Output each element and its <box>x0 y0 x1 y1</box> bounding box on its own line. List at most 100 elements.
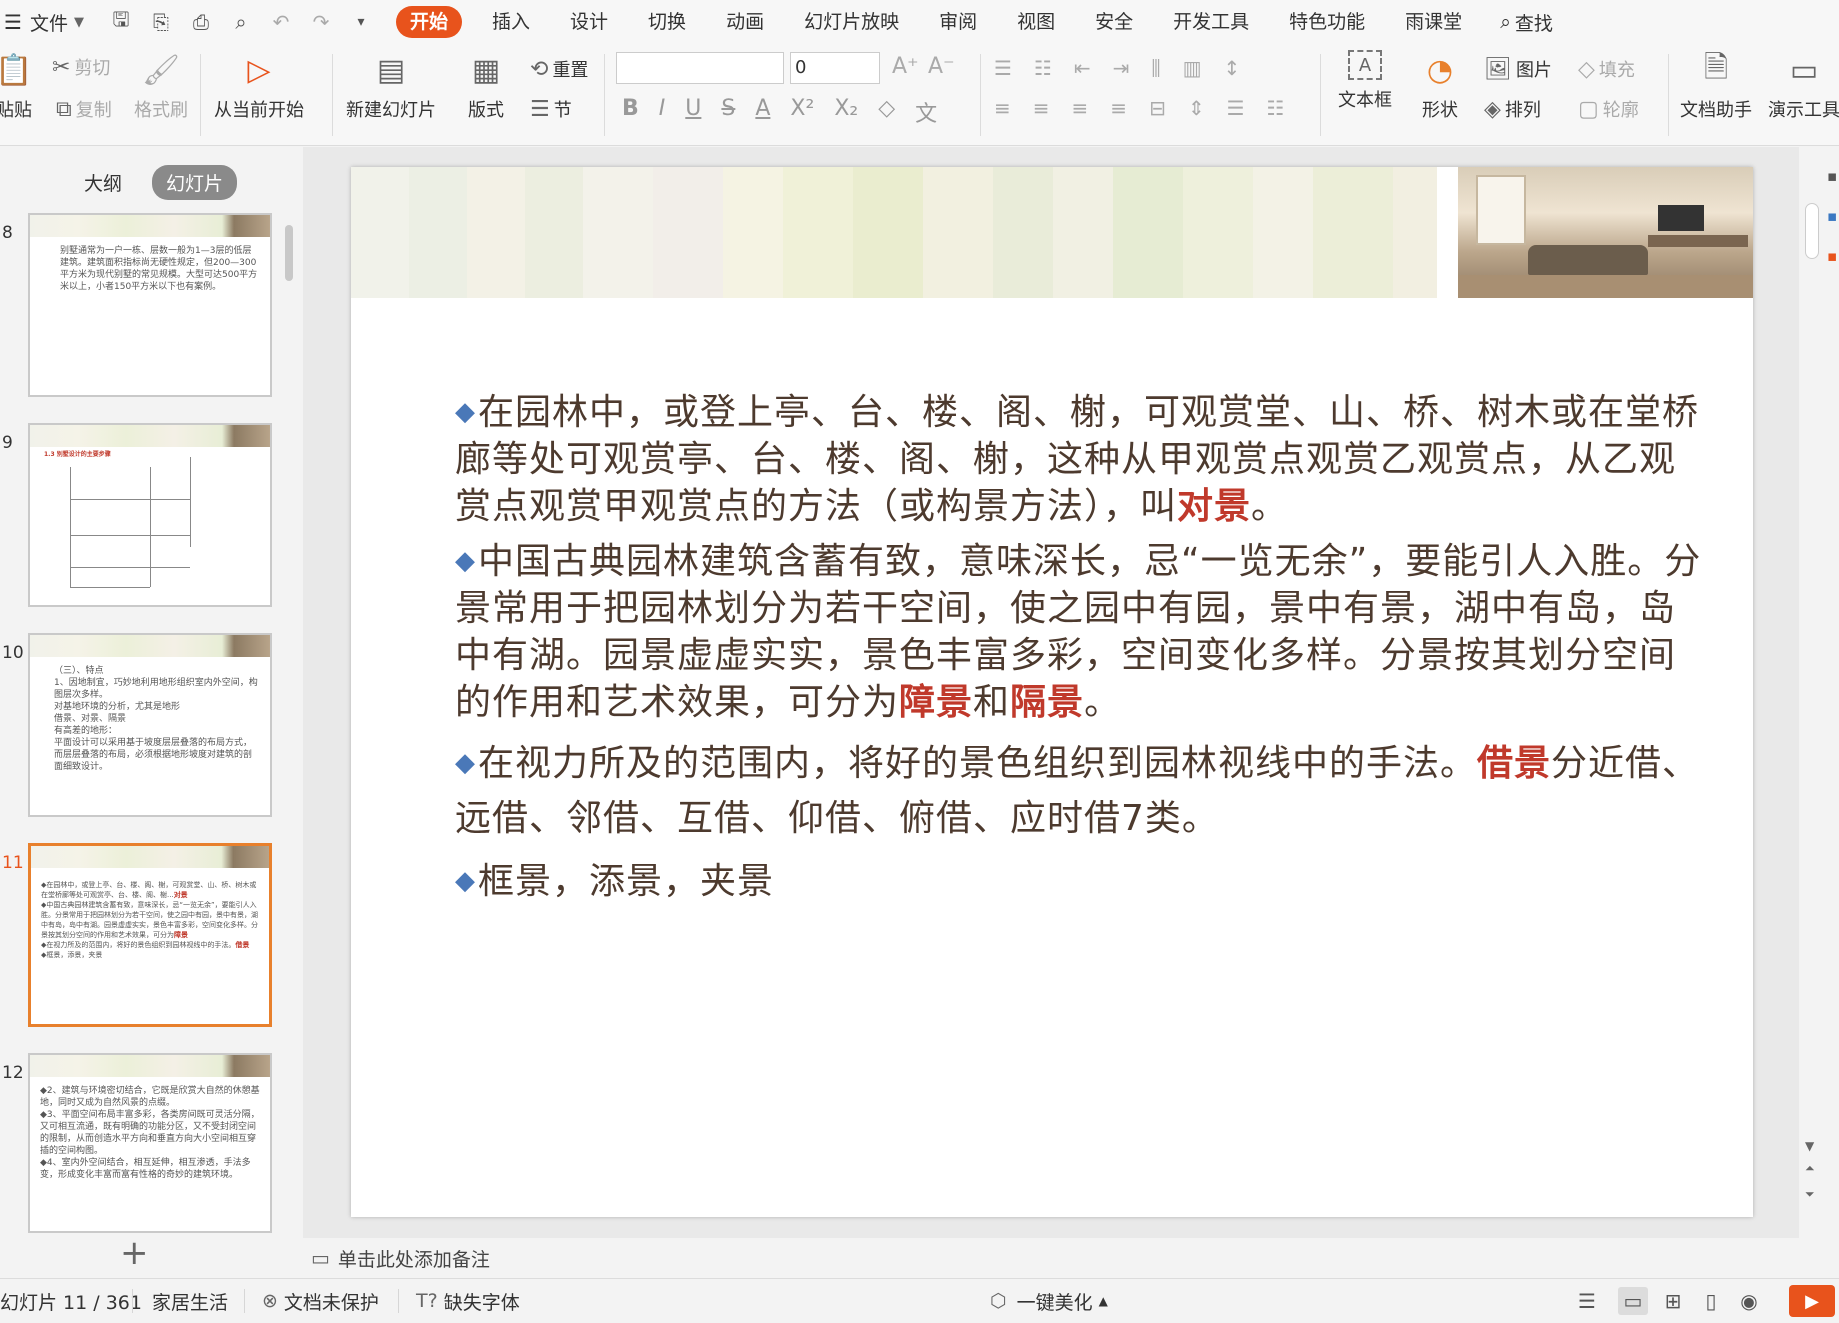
increase-font-icon[interactable]: A⁺ <box>892 54 919 79</box>
tab-review[interactable]: 审阅 <box>919 6 997 38</box>
arrange-button[interactable]: ◈ 排列 <box>1484 96 1541 122</box>
new-slide-button[interactable]: ▤ 新建幻灯片 <box>346 50 436 122</box>
missing-font-status[interactable]: T? 缺失字体 <box>416 1288 520 1315</box>
tab-insert[interactable]: 插入 <box>472 6 550 38</box>
presentation-tools-button[interactable]: ▭ 演示工具 <box>1768 50 1839 122</box>
scroll-down-icon[interactable]: ▼ <box>1805 1139 1814 1153</box>
presentation-tools-icon: ▭ <box>1789 52 1819 88</box>
print-preview-icon[interactable]: ⌕ <box>228 10 254 34</box>
thumbnail-scrollbar[interactable] <box>285 225 293 281</box>
notes-bar[interactable]: ▭ 单击此处添加备注 <box>303 1238 1799 1278</box>
textbox-button[interactable]: A 文本框 <box>1338 50 1392 112</box>
next-slide-icon[interactable]: ⏷ <box>1805 1187 1815 1202</box>
para-spacing-icon[interactable]: ☰ <box>1227 96 1245 120</box>
ribbon-tabs: 开始 插入 设计 切换 动画 幻灯片放映 审阅 视图 安全 开发工具 特色功能 … <box>396 6 1482 38</box>
reset-button[interactable]: ⟲ 重置 <box>530 56 588 82</box>
protect-status[interactable]: ⊗ 文档未保护 <box>262 1288 379 1315</box>
tab-special-features[interactable]: 特色功能 <box>1269 6 1385 38</box>
tab-view[interactable]: 视图 <box>997 6 1075 38</box>
outline-button[interactable]: ▢ 轮廓 <box>1578 96 1639 122</box>
justify-icon[interactable]: ≡ <box>1110 96 1127 120</box>
tab-design[interactable]: 设计 <box>550 6 628 38</box>
export-icon[interactable]: ⎘ <box>148 10 174 34</box>
format-painter-button[interactable]: 🖌 格式刷 <box>134 50 188 122</box>
notes-toggle-icon[interactable]: ☰ <box>1572 1287 1602 1315</box>
slide-sorter-icon[interactable]: ⊞ <box>1658 1287 1688 1315</box>
slide-thumbnail[interactable]: ◆2、建筑与环境密切结合，它既是欣赏大自然的休憩基地，同时又成为自然风景的点缀。… <box>28 1053 272 1233</box>
save-icon[interactable]: 🖫 <box>108 5 134 39</box>
section-button[interactable]: ☰ 节 <box>530 96 572 122</box>
italic-icon[interactable]: I <box>659 96 666 128</box>
normal-view-icon[interactable]: ▭ <box>1618 1287 1648 1315</box>
search-button[interactable]: ⌕ 查找 <box>1500 9 1553 36</box>
smart-list-icon[interactable]: ☷ <box>1267 96 1285 120</box>
from-current-slide-button[interactable]: ▷ 从当前开始 <box>214 50 304 122</box>
slide-thumbnail[interactable]: 1.3 别墅设计的主要步骤 <box>28 423 272 607</box>
cut-button[interactable]: ✂ 剪切 <box>52 54 110 80</box>
line-spacing-icon[interactable]: ↕ <box>1224 56 1241 80</box>
superscript-icon[interactable]: X² <box>790 96 814 128</box>
layout-button[interactable]: ▦ 版式 <box>466 50 506 122</box>
tab-developer[interactable]: 开发工具 <box>1153 6 1269 38</box>
font-size-select[interactable]: 0 <box>790 52 880 84</box>
slide-thumbnail-current[interactable]: ◆在园林中，或登上亭、台、楼、阁、榭，可观赏堂、山、桥、树木或在堂桥廊等处可观赏… <box>28 843 272 1027</box>
print-icon[interactable]: ⎙ <box>188 10 214 34</box>
one-click-beautify-button[interactable]: ⬡ 一键美化 ▲ <box>990 1288 1108 1315</box>
customize-toolbar-icon[interactable]: ▾ <box>348 14 374 30</box>
file-menu[interactable]: ☰ 文件 ▼ <box>0 9 100 36</box>
paste-button[interactable]: 📋 贴贴 <box>0 50 34 122</box>
strikethrough-icon[interactable]: S <box>721 96 735 128</box>
diamond-bullet-icon: ◆ <box>455 748 476 778</box>
tab-home[interactable]: 开始 <box>396 6 463 38</box>
sidebar-tool-icon[interactable]: ▪ <box>1827 167 1837 185</box>
increase-indent-icon[interactable]: ⇥ <box>1113 56 1130 80</box>
sidebar-tool-icon[interactable]: ▪ <box>1827 207 1837 225</box>
slide[interactable]: ◆在园林中，或登上亭、台、楼、阁、榭，可观赏堂、山、桥、树木或在堂桥廊等处可观赏… <box>351 167 1753 1217</box>
thumbnail-text-line: 在园林中，或登上亭、台、楼、阁、榭，可观赏堂、山、桥、树木或在堂桥廊等处可观赏亭… <box>41 881 257 899</box>
slide-paragraph: ◆框景，添景，夹景 <box>455 858 1705 905</box>
tab-slides[interactable]: 幻灯片 <box>152 165 238 200</box>
underline-icon[interactable]: U <box>685 96 701 128</box>
slide-thumbnail[interactable]: （三）、特点 1、因地制宜，巧妙地利用地形组织室内外空间，构图层次多样。 对基地… <box>28 633 272 817</box>
copy-button[interactable]: ⧉ 复制 <box>56 96 112 122</box>
font-color-icon[interactable]: A <box>755 96 770 128</box>
bullet-list-icon[interactable]: ☰ <box>994 56 1012 80</box>
columns-icon[interactable]: ▥ <box>1183 56 1202 80</box>
reading-view-icon[interactable]: ▯ <box>1696 1287 1726 1315</box>
fill-button[interactable]: ◇ 填充 <box>1578 56 1635 82</box>
doc-assistant-button[interactable]: 🗎 文档助手 <box>1680 50 1752 122</box>
eraser-icon[interactable]: ◇ <box>878 96 895 128</box>
decrease-indent-icon[interactable]: ⇤ <box>1074 56 1091 80</box>
picture-button[interactable]: 🖼 图片 <box>1484 56 1552 82</box>
add-slide-button[interactable]: + <box>120 1233 149 1273</box>
align-center-icon[interactable]: ≡ <box>1033 96 1050 120</box>
distribute-icon[interactable]: ⊟ <box>1149 96 1166 120</box>
redo-icon[interactable]: ↷ <box>308 10 334 34</box>
theme-name[interactable]: 家居生活 <box>152 1288 228 1315</box>
tab-slideshow[interactable]: 幻灯片放映 <box>784 6 919 38</box>
undo-icon[interactable]: ↶ <box>268 10 294 34</box>
bold-icon[interactable]: B <box>622 96 639 128</box>
sidebar-tool-icon[interactable]: ▪ <box>1827 247 1837 265</box>
align-right-icon[interactable]: ≡ <box>1072 96 1089 120</box>
shape-button[interactable]: ◔ 形状 <box>1420 50 1460 122</box>
slide-thumbnail[interactable]: 别墅通常为一户一栋、层数一般为1—3层的低层建筑。建筑面积指标尚无硬性规定，但2… <box>28 213 272 397</box>
numbered-list-icon[interactable]: ☷ <box>1034 56 1052 80</box>
char-spacing-icon[interactable]: 文 <box>915 96 937 128</box>
subscript-icon[interactable]: X₂ <box>834 96 858 128</box>
decrease-font-icon[interactable]: A⁻ <box>928 54 955 79</box>
presenter-view-icon[interactable]: ◉ <box>1734 1287 1764 1315</box>
text-direction-icon[interactable]: ⫼ <box>1151 56 1160 80</box>
vertical-scrollbar-thumb[interactable] <box>1805 203 1819 259</box>
font-name-select[interactable] <box>616 52 784 84</box>
start-slideshow-button[interactable]: ▶ <box>1789 1285 1835 1317</box>
tab-animations[interactable]: 动画 <box>706 6 784 38</box>
prev-slide-icon[interactable]: ⏶ <box>1805 1161 1815 1176</box>
tab-transitions[interactable]: 切换 <box>628 6 706 38</box>
tab-security[interactable]: 安全 <box>1075 6 1153 38</box>
align-left-icon[interactable]: ≡ <box>994 96 1011 120</box>
slide-text-box[interactable]: ◆在园林中，或登上亭、台、楼、阁、榭，可观赏堂、山、桥、树木或在堂桥廊等处可观赏… <box>455 389 1705 913</box>
tab-outline[interactable]: 大纲 <box>70 165 136 200</box>
tab-rain-classroom[interactable]: 雨课堂 <box>1385 6 1482 38</box>
vertical-align-icon[interactable]: ⇕ <box>1188 96 1205 120</box>
